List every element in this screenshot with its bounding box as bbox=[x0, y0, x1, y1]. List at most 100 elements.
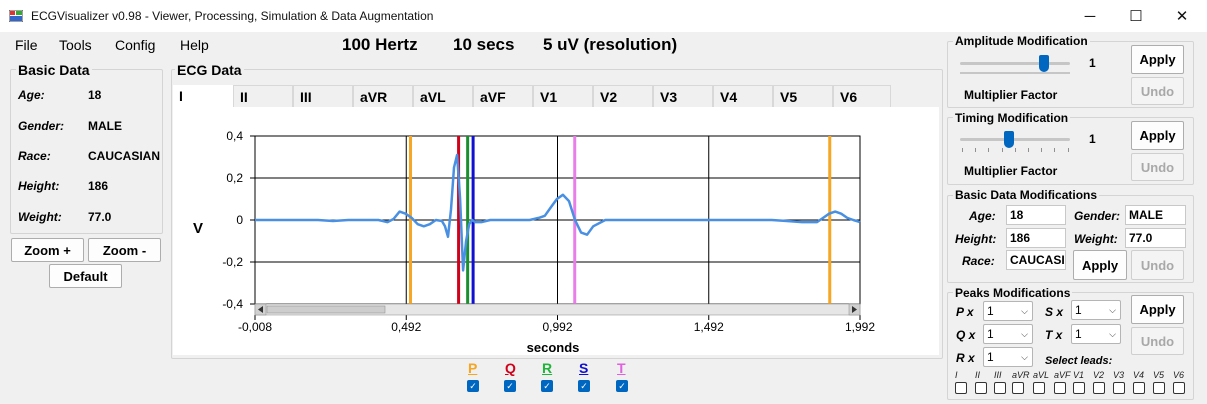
ecg-data-title: ECG Data bbox=[175, 62, 244, 78]
slider-tick bbox=[1028, 148, 1029, 152]
default-zoom-button[interactable]: Default bbox=[49, 264, 122, 288]
lead-checkbox-v6[interactable] bbox=[1173, 382, 1185, 394]
mod-age-input[interactable]: 18 bbox=[1006, 205, 1066, 225]
tab-i[interactable]: I bbox=[173, 85, 233, 107]
menu-help[interactable]: Help bbox=[180, 37, 209, 53]
amplitude-slider-thumb[interactable] bbox=[1039, 55, 1049, 72]
x-tick-label: -0,008 bbox=[238, 320, 272, 334]
lead-checkbox-v3[interactable] bbox=[1113, 382, 1125, 394]
x-tick-label: 0,492 bbox=[391, 320, 421, 334]
timing-slider-thumb[interactable] bbox=[1004, 131, 1014, 148]
timing-apply-button[interactable]: Apply bbox=[1131, 121, 1184, 150]
height-label: Height: bbox=[18, 179, 60, 193]
peaks-apply-button[interactable]: Apply bbox=[1131, 295, 1184, 324]
amplitude-undo-button[interactable]: Undo bbox=[1131, 77, 1184, 105]
mod-race-input[interactable]: CAUCASI bbox=[1006, 250, 1066, 270]
lead-checkbox-ii[interactable] bbox=[975, 382, 987, 394]
mod-gender-input[interactable]: MALE bbox=[1125, 205, 1186, 225]
slider-tick bbox=[988, 148, 990, 152]
lead-label-v5: V5 bbox=[1153, 370, 1165, 380]
age-label: Age: bbox=[18, 88, 45, 102]
minimize-button[interactable]: ─ bbox=[1067, 0, 1113, 32]
x-tick-label: 1,992 bbox=[845, 320, 875, 334]
weight-label: Weight: bbox=[18, 210, 62, 224]
qx-select[interactable]: 1 ⌵ bbox=[983, 324, 1033, 344]
menu-file[interactable]: File bbox=[15, 37, 38, 53]
lead-checkbox-avr[interactable] bbox=[1012, 382, 1024, 394]
zoom-out-button[interactable]: Zoom - bbox=[88, 238, 161, 262]
timing-slider-track[interactable] bbox=[960, 138, 1070, 141]
amplitude-apply-button[interactable]: Apply bbox=[1131, 45, 1184, 74]
scroll-thumb[interactable] bbox=[266, 305, 386, 314]
x-tick-label: 1,492 bbox=[694, 320, 724, 334]
lead-checkbox-i[interactable] bbox=[955, 382, 967, 394]
x-axis-label: seconds bbox=[527, 340, 580, 355]
lead-label-avr: aVR bbox=[1012, 370, 1030, 380]
resolution-info: 5 uV (resolution) bbox=[543, 35, 678, 54]
rx-select[interactable]: 1 ⌵ bbox=[983, 347, 1033, 367]
tab-v6[interactable]: V6 bbox=[833, 85, 891, 107]
tab-v1[interactable]: V1 bbox=[533, 85, 593, 107]
peak-visibility-checkbox-t[interactable]: ✓ bbox=[616, 380, 628, 392]
y-tick-label: 0 bbox=[236, 213, 243, 227]
tab-v4[interactable]: V4 bbox=[713, 85, 773, 107]
peak-visibility-checkbox-r[interactable]: ✓ bbox=[541, 380, 553, 392]
close-button[interactable]: ✕ bbox=[1159, 0, 1205, 32]
tab-ii[interactable]: II bbox=[233, 85, 293, 107]
tab-v3[interactable]: V3 bbox=[653, 85, 713, 107]
lead-label-v2: V2 bbox=[1093, 370, 1105, 380]
lead-checkbox-avl[interactable] bbox=[1033, 382, 1045, 394]
lead-label-v1: V1 bbox=[1073, 370, 1085, 380]
lead-checkbox-v1[interactable] bbox=[1073, 382, 1085, 394]
y-tick-label: -0,4 bbox=[222, 297, 243, 311]
peak-legend-label-r: R bbox=[542, 360, 553, 376]
rx-label: R x bbox=[956, 351, 975, 365]
lead-label-v3: V3 bbox=[1113, 370, 1125, 380]
peak-legend-label-t: T bbox=[617, 360, 626, 376]
tab-avl[interactable]: aVL bbox=[413, 85, 473, 107]
chevron-down-icon: ⌵ bbox=[1109, 304, 1116, 315]
mod-height-input[interactable]: 186 bbox=[1006, 228, 1066, 248]
sx-label: S x bbox=[1045, 305, 1064, 319]
px-select[interactable]: 1 ⌵ bbox=[983, 301, 1033, 321]
amplitude-value: 1 bbox=[1089, 56, 1096, 70]
lead-label-v6: V6 bbox=[1173, 370, 1185, 380]
y-tick-label: 0,4 bbox=[226, 129, 243, 143]
tab-v5[interactable]: V5 bbox=[773, 85, 833, 107]
lead-label-i: I bbox=[955, 370, 958, 380]
tx-label: T x bbox=[1045, 328, 1063, 342]
mod-weight-label: Weight: bbox=[1074, 232, 1118, 246]
lead-label-iii: III bbox=[994, 370, 1002, 380]
lead-checkbox-v5[interactable] bbox=[1153, 382, 1165, 394]
horizontal-scrollbar[interactable] bbox=[254, 303, 861, 316]
tx-select[interactable]: 1 ⌵ bbox=[1071, 324, 1121, 344]
peak-visibility-checkbox-p[interactable]: ✓ bbox=[467, 380, 479, 392]
slider-tick bbox=[1041, 148, 1043, 152]
tab-avr[interactable]: aVR bbox=[353, 85, 413, 107]
peaks-undo-button[interactable]: Undo bbox=[1131, 327, 1184, 355]
ecg-chart[interactable]: 0,4 0,2 0 -0,2 -0,4 -0,008 0,492 0,992 1,492 1,9… bbox=[173, 107, 939, 355]
mod-weight-input[interactable]: 77.0 bbox=[1125, 228, 1186, 248]
basic-mod-apply-button[interactable]: Apply bbox=[1073, 250, 1127, 280]
tab-v2[interactable]: V2 bbox=[593, 85, 653, 107]
age-value: 18 bbox=[88, 88, 102, 102]
lead-checkbox-v2[interactable] bbox=[1093, 382, 1105, 394]
lead-checkbox-avf[interactable] bbox=[1054, 382, 1066, 394]
y-tick-label: -0,2 bbox=[222, 255, 243, 269]
lead-checkbox-v4[interactable] bbox=[1133, 382, 1145, 394]
menu-config[interactable]: Config bbox=[115, 37, 155, 53]
maximize-button[interactable]: ☐ bbox=[1113, 0, 1159, 32]
slider-tick bbox=[1054, 148, 1056, 152]
lead-checkbox-iii[interactable] bbox=[994, 382, 1006, 394]
zoom-in-button[interactable]: Zoom + bbox=[11, 238, 84, 262]
amplitude-slider-track[interactable] bbox=[960, 62, 1070, 65]
slider-tick bbox=[1067, 148, 1069, 152]
tab-avf[interactable]: aVF bbox=[473, 85, 533, 107]
peak-visibility-checkbox-q[interactable]: ✓ bbox=[504, 380, 516, 392]
timing-undo-button[interactable]: Undo bbox=[1131, 153, 1184, 181]
peak-visibility-checkbox-s[interactable]: ✓ bbox=[578, 380, 590, 392]
tab-iii[interactable]: III bbox=[293, 85, 353, 107]
basic-mod-undo-button[interactable]: Undo bbox=[1131, 250, 1184, 280]
menu-tools[interactable]: Tools bbox=[59, 37, 92, 53]
sx-select[interactable]: 1 ⌵ bbox=[1071, 300, 1121, 320]
